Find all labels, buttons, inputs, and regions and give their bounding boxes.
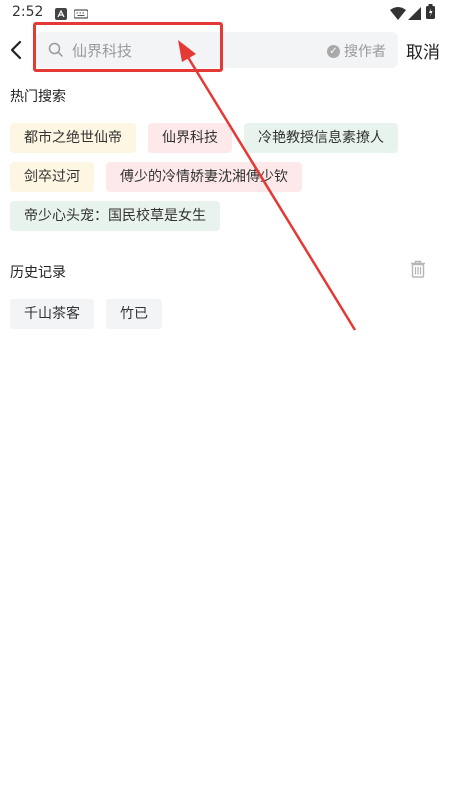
- hot-tag[interactable]: 都市之绝世仙帝: [10, 123, 136, 153]
- hot-tag[interactable]: 仙界科技: [148, 123, 232, 153]
- history-title: 历史记录: [10, 265, 66, 281]
- notification-a-icon: [55, 5, 67, 24]
- check-circle-icon: ✓: [327, 44, 340, 58]
- trash-icon[interactable]: [410, 260, 426, 282]
- hot-tag[interactable]: 傅少的冷情娇妻沈湘傅少钦: [106, 162, 302, 192]
- history-item[interactable]: 千山茶客: [10, 299, 94, 329]
- history-item[interactable]: 竹已: [106, 299, 162, 329]
- battery-icon: [426, 4, 435, 23]
- chevron-left-icon: [10, 40, 22, 60]
- cancel-button[interactable]: 取消: [406, 38, 440, 63]
- back-button[interactable]: [6, 36, 28, 64]
- status-time: 2:52: [12, 4, 44, 20]
- hot-tag[interactable]: 帝少心头宠：国民校草是女生: [10, 201, 220, 231]
- annotation-arrow: [178, 40, 357, 331]
- signal-icon: [408, 5, 421, 24]
- hot-tag[interactable]: 剑卒过河: [10, 162, 94, 192]
- search-icon: [48, 42, 64, 62]
- hot-search-title: 热门搜索: [10, 89, 66, 105]
- wifi-icon: [390, 5, 406, 24]
- search-input[interactable]: [70, 32, 274, 70]
- keyboard-icon: [73, 5, 89, 24]
- search-bar: ✓ 搜作者 取消: [0, 28, 450, 72]
- search-author-toggle[interactable]: ✓ 搜作者: [327, 41, 386, 61]
- hot-tag[interactable]: 冷艳教授信息素撩人: [244, 123, 398, 153]
- status-bar: 2:52: [0, 0, 450, 26]
- search-author-label: 搜作者: [344, 44, 386, 60]
- search-box[interactable]: ✓ 搜作者: [36, 32, 398, 70]
